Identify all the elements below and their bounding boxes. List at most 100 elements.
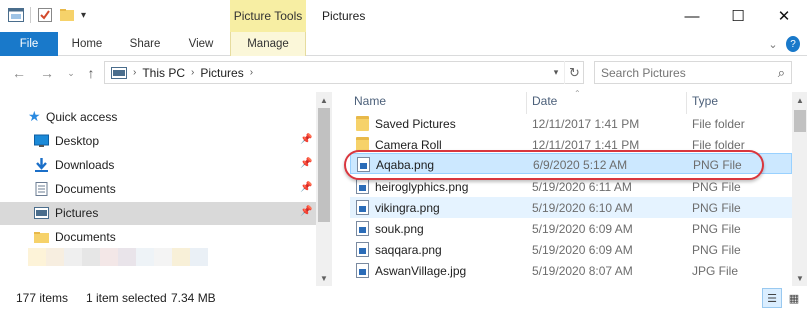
file-name: heiroglyphics.png (375, 180, 469, 194)
file-date: 12/11/2017 1:41 PM (532, 138, 640, 152)
address-field[interactable]: › This PC › Pictures › (104, 61, 584, 84)
chevron-down-icon[interactable]: ⌄ (766, 36, 780, 52)
nav-item-label: Desktop (55, 134, 100, 148)
breadcrumb-pictures[interactable]: Pictures (200, 66, 243, 80)
recent-locations-icon[interactable]: ⌄ (62, 64, 80, 82)
file-date: 5/19/2020 6:09 AM (532, 222, 633, 236)
help-icon[interactable]: ? (786, 36, 800, 52)
properties-icon[interactable] (37, 7, 53, 23)
file-date: 5/19/2020 6:11 AM (532, 180, 632, 194)
item-count: 177 items (16, 291, 69, 305)
downloads-icon (35, 158, 48, 172)
tab-view[interactable]: View (174, 32, 228, 56)
column-header-name[interactable]: Name (354, 94, 386, 108)
pc-location-icon (111, 66, 127, 79)
tab-home[interactable]: Home (58, 32, 116, 56)
file-row[interactable]: saqqara.png 5/19/2020 6:09 AM PNG File (350, 239, 792, 260)
file-name: souk.png (375, 222, 424, 236)
quick-access-toolbar: ▾ (8, 7, 86, 23)
breadcrumb-separator-icon[interactable]: › (133, 67, 136, 78)
scroll-up-icon[interactable]: ▲ (792, 92, 807, 108)
refresh-icon[interactable]: ↻ (564, 61, 584, 84)
pin-icon[interactable]: 📌 (300, 134, 312, 145)
nav-item-documents[interactable]: Documents 📌 (0, 178, 318, 201)
image-file-icon (356, 200, 369, 215)
status-bar: 177 items 1 item selected 7.34 MB ☰ ▦ (0, 286, 807, 310)
pictures-icon (34, 207, 49, 219)
file-type: PNG File (692, 222, 741, 236)
desktop-icon (34, 134, 49, 147)
breadcrumb-separator-icon[interactable]: › (250, 67, 253, 78)
scroll-down-icon[interactable]: ▼ (792, 270, 807, 286)
file-date: 12/11/2017 1:41 PM (532, 117, 640, 131)
forward-arrow-icon[interactable]: → (38, 64, 56, 82)
toolbar-separator (30, 7, 31, 23)
selection-size: 7.34 MB (171, 291, 216, 305)
nav-item-label: Downloads (55, 158, 115, 172)
file-row[interactable]: AswanVillage.jpg 5/19/2020 8:07 AM JPG F… (350, 260, 792, 281)
column-divider[interactable] (526, 92, 527, 114)
pin-icon[interactable]: 📌 (300, 182, 312, 193)
file-type: JPG File (692, 264, 739, 278)
file-row[interactable]: Camera Roll 12/11/2017 1:41 PM File fold… (350, 134, 792, 155)
minimize-button[interactable]: — (669, 0, 715, 32)
image-file-icon (356, 263, 369, 278)
file-list: ⌃ Name Date Type Saved Pictures 12/11/20… (334, 90, 792, 286)
nav-item-label: Documents (55, 182, 116, 196)
search-input[interactable] (601, 65, 766, 80)
redacted-nav-items (28, 248, 208, 268)
nav-item-desktop[interactable]: Desktop 📌 (0, 130, 318, 153)
file-list-scrollbar[interactable]: ▲ ▼ (792, 92, 807, 286)
nav-item-label: Pictures (55, 206, 99, 220)
file-list-scrollbar-thumb[interactable] (794, 110, 806, 132)
file-row[interactable]: vikingra.png 5/19/2020 6:10 AM PNG File (350, 197, 792, 218)
large-icons-view-icon[interactable]: ▦ (784, 288, 804, 308)
nav-scrollbar[interactable]: ▲ ▼ (316, 92, 332, 286)
column-divider[interactable] (686, 92, 687, 114)
file-name: Saved Pictures (375, 117, 456, 131)
nav-item-downloads[interactable]: Downloads 📌 (0, 154, 318, 177)
nav-item-label: Documents (55, 230, 116, 244)
up-arrow-icon[interactable]: ↑ (82, 64, 100, 82)
new-folder-icon[interactable] (59, 7, 75, 23)
details-view-icon[interactable]: ☰ (762, 288, 782, 308)
explorer-window-icon (8, 8, 24, 22)
image-file-icon (356, 242, 369, 257)
file-type: PNG File (692, 243, 741, 257)
breadcrumb-separator-icon[interactable]: › (191, 67, 194, 78)
pin-icon[interactable]: 📌 (300, 158, 312, 169)
nav-scrollbar-thumb[interactable] (318, 108, 330, 222)
pin-icon[interactable]: 📌 (300, 206, 312, 217)
file-row-selected[interactable]: Aqaba.png 6/9/2020 5:12 AM PNG File (350, 153, 792, 174)
tab-manage[interactable]: Manage (230, 32, 306, 56)
star-icon: ★ (28, 108, 41, 124)
address-dropdown-icon[interactable]: ▾ (548, 61, 564, 84)
scroll-up-icon[interactable]: ▲ (316, 92, 332, 108)
customize-toolbar-icon[interactable]: ▾ (81, 10, 86, 21)
file-row[interactable]: souk.png 5/19/2020 6:09 AM PNG File (350, 218, 792, 239)
file-row[interactable]: heiroglyphics.png 5/19/2020 6:11 AM PNG … (350, 176, 792, 197)
nav-item-documents-folder[interactable]: Documents (0, 226, 318, 249)
file-name: Camera Roll (375, 138, 442, 152)
column-header-date[interactable]: Date (532, 94, 557, 108)
folder-icon (356, 116, 369, 131)
file-type: PNG File (693, 158, 742, 172)
maximize-button[interactable]: ☐ (715, 0, 761, 32)
window-title: Pictures (322, 9, 366, 23)
close-button[interactable]: ✕ (761, 0, 807, 32)
nav-quick-access[interactable]: ★ Quick access (0, 106, 318, 129)
scroll-down-icon[interactable]: ▼ (316, 270, 332, 286)
search-box[interactable]: ⌕ (594, 61, 792, 84)
back-arrow-icon[interactable]: ← (10, 64, 28, 82)
selection-count: 1 item selected (86, 291, 167, 305)
tab-share[interactable]: Share (116, 32, 174, 56)
file-row[interactable]: Saved Pictures 12/11/2017 1:41 PM File f… (350, 113, 792, 134)
tab-file[interactable]: File (0, 32, 58, 56)
breadcrumb-this-pc[interactable]: This PC (142, 66, 185, 80)
nav-item-pictures[interactable]: Pictures 📌 (0, 202, 318, 225)
image-file-icon (357, 157, 370, 172)
file-date: 6/9/2020 5:12 AM (533, 158, 628, 172)
file-date: 5/19/2020 8:07 AM (532, 264, 633, 278)
search-icon[interactable]: ⌕ (778, 65, 785, 81)
column-header-type[interactable]: Type (692, 94, 718, 108)
